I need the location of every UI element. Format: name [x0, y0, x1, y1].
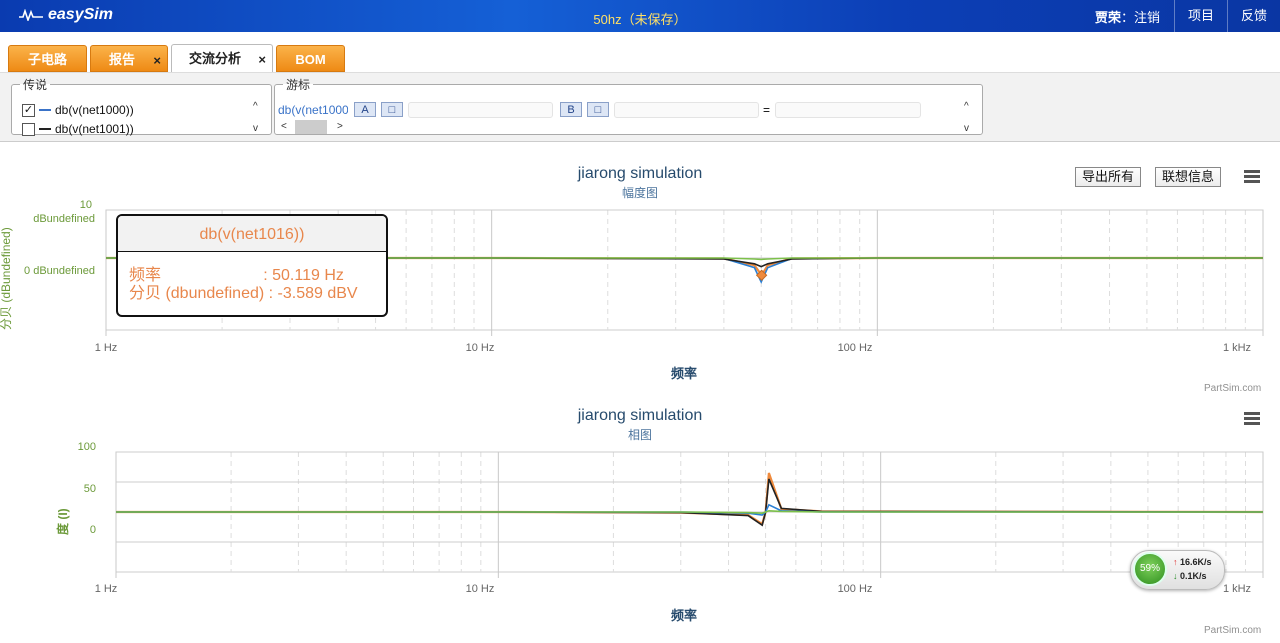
top-bar: easySim 50hz（未保存） 贾荣：注销 项目 反馈	[0, 0, 1280, 32]
y-tick-label: 10	[80, 199, 92, 211]
tab-label: BOM	[295, 52, 326, 67]
tooltip-series: db(v(net1016))	[118, 216, 386, 252]
x-axis-label: 频率	[671, 608, 697, 623]
checkbox[interactable]	[22, 122, 35, 136]
check-icon: ✓	[23, 103, 34, 116]
y-axis-label: 度 (I)	[55, 508, 70, 535]
x-tick-label: 1 Hz	[95, 342, 118, 354]
x-tick-label: 10 Hz	[466, 583, 495, 595]
upload-rate: 16.6K/s	[1180, 557, 1212, 567]
x-tick-label: 1 Hz	[95, 583, 118, 595]
checkbox[interactable]: ✓	[22, 103, 35, 117]
x-tick-label: 1 kHz	[1223, 342, 1251, 354]
chevron-up-icon[interactable]: ^	[964, 101, 969, 112]
y-tick-label: 100	[78, 441, 96, 453]
y-tick-label: 0 dBundefined	[24, 265, 95, 277]
series-swatch	[39, 109, 51, 111]
tab-report[interactable]: 报告 ×	[90, 45, 168, 72]
chevron-up-icon[interactable]: ^	[253, 101, 258, 112]
download-rate: 0.1K/s	[1180, 571, 1207, 581]
partsim-credit[interactable]: PartSim.com	[1204, 383, 1261, 394]
cursor-b-toggle[interactable]: □	[587, 102, 609, 117]
legend-panel: 传说 ✓ db(v(net1000)) db(v(net1001)) ^ v	[11, 76, 272, 136]
x-tick-label: 1 kHz	[1223, 583, 1251, 595]
export-all-button[interactable]: 导出所有	[1075, 167, 1142, 187]
close-icon[interactable]: ×	[153, 47, 161, 74]
tab-label: 子电路	[27, 52, 67, 67]
legend-panel-title: 传说	[23, 78, 48, 92]
cursor-a-button[interactable]: A	[354, 102, 376, 117]
project-link[interactable]: 项目	[1173, 0, 1227, 32]
x-axis-label: 频率	[671, 366, 697, 381]
tab-ac-analysis[interactable]: 交流分析 ×	[171, 44, 273, 73]
controls-panel: 传说 ✓ db(v(net1000)) db(v(net1001)) ^ v 游…	[0, 72, 1280, 142]
phase-chart: 度 (I) 100 50 0 1 Hz 10 Hz 100 Hz 1 kHz 频…	[55, 441, 1264, 623]
y-tick-label: dBundefined	[33, 213, 95, 225]
cursor-a-toggle[interactable]: □	[381, 102, 403, 117]
x-tick-label: 10 Hz	[466, 342, 495, 354]
tab-label: 交流分析	[188, 51, 241, 66]
user-name: 贾荣	[1094, 9, 1121, 25]
partsim-credit[interactable]: PartSim.com	[1204, 625, 1261, 636]
network-speed-widget[interactable]: 59% ↑ 16.6K/s ↓ 0.1K/s	[1130, 550, 1225, 590]
user-area: 贾荣：注销	[1081, 7, 1174, 26]
tab-label: 报告	[108, 52, 135, 67]
chevron-down-icon[interactable]: v	[964, 123, 969, 134]
cursor-panel: 游标 db(v(net1000 A □ B □ = < > ^ v	[274, 76, 983, 135]
feedback-link[interactable]: 反馈	[1226, 0, 1280, 32]
y-tick-label: 0	[90, 524, 96, 536]
chevron-down-icon[interactable]: v	[253, 123, 258, 134]
horizontal-scrollbar-thumb[interactable]	[295, 120, 327, 134]
y-tick-label: 50	[84, 483, 96, 495]
legend-item[interactable]: db(v(net1001))	[22, 122, 134, 136]
y-axis-label: 分贝 (dBundefined)	[0, 227, 13, 330]
cursor-diff-value	[775, 102, 921, 118]
chart-menu-icon[interactable]	[1240, 407, 1264, 429]
phase-chart-title: jiarong simulation	[577, 407, 703, 424]
chevron-left-icon[interactable]: <	[281, 121, 287, 132]
tab-subcircuit[interactable]: 子电路	[8, 45, 87, 72]
network-percent: 59%	[1133, 552, 1167, 586]
legend-item-label: db(v(net1000))	[55, 103, 134, 117]
cursor-b-value	[614, 102, 759, 118]
download-arrow-icon: ↓	[1173, 571, 1178, 581]
cursor-panel-title: 游标	[286, 78, 311, 92]
x-tick-label: 100 Hz	[838, 342, 873, 354]
tab-bom[interactable]: BOM	[276, 45, 345, 72]
logout-link[interactable]: ：注销	[1121, 10, 1160, 25]
legend-item-label: db(v(net1001))	[55, 122, 134, 136]
legend-item[interactable]: ✓ db(v(net1000))	[22, 103, 134, 117]
contact-info-button[interactable]: 联想信息	[1155, 167, 1222, 187]
tab-bar: 子电路 报告 × 交流分析 × BOM	[0, 32, 1280, 73]
tooltip-decibel: 分贝 (dbundefined) : -3.589 dBV	[129, 285, 358, 302]
equals-sign: =	[763, 103, 771, 117]
cursor-trace-select[interactable]: db(v(net1000	[278, 103, 348, 117]
x-tick-label: 100 Hz	[838, 583, 873, 595]
data-tooltip: db(v(net1016)) 频率 : 50.119 Hz 分贝 (dbunde…	[116, 214, 388, 317]
series-swatch	[39, 128, 51, 130]
chart-menu-icon[interactable]	[1240, 165, 1264, 187]
cursor-a-value	[408, 102, 553, 118]
upload-arrow-icon: ↑	[1173, 557, 1178, 567]
cursor-b-button[interactable]: B	[560, 102, 582, 117]
chevron-right-icon[interactable]: >	[337, 121, 343, 132]
close-icon[interactable]: ×	[258, 46, 266, 73]
